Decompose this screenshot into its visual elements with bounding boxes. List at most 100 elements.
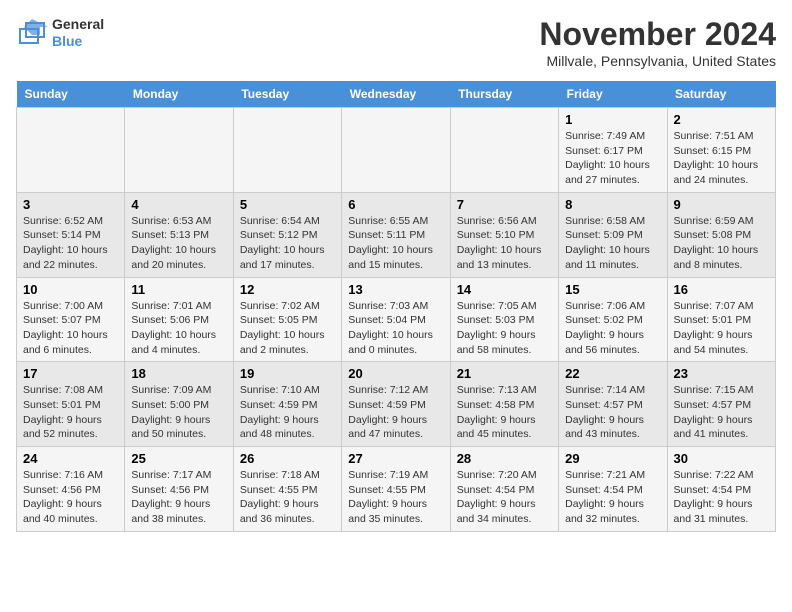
calendar-cell bbox=[450, 108, 558, 193]
day-number: 22 bbox=[565, 366, 660, 381]
weekday-header: Monday bbox=[125, 81, 233, 108]
calendar-cell: 30Sunrise: 7:22 AM Sunset: 4:54 PM Dayli… bbox=[667, 447, 775, 532]
day-info: Sunrise: 7:02 AM Sunset: 5:05 PM Dayligh… bbox=[240, 299, 335, 358]
day-number: 24 bbox=[23, 451, 118, 466]
day-info: Sunrise: 7:51 AM Sunset: 6:15 PM Dayligh… bbox=[674, 129, 769, 188]
day-number: 12 bbox=[240, 282, 335, 297]
day-info: Sunrise: 7:19 AM Sunset: 4:55 PM Dayligh… bbox=[348, 468, 443, 527]
day-info: Sunrise: 7:17 AM Sunset: 4:56 PM Dayligh… bbox=[131, 468, 226, 527]
calendar-cell: 14 Sunrise: 7:05 AM Sunset: 5:03 PM Dayli… bbox=[450, 277, 558, 362]
calendar-cell: 25Sunrise: 7:17 AM Sunset: 4:56 PM Dayli… bbox=[125, 447, 233, 532]
calendar-header: SundayMondayTuesdayWednesdayThursdayFrid… bbox=[17, 81, 776, 108]
day-info: Sunrise: 7:49 AM Sunset: 6:17 PM Dayligh… bbox=[565, 129, 660, 188]
day-number: 15 bbox=[565, 282, 660, 297]
day-number: 17 bbox=[23, 366, 118, 381]
day-number: 28 bbox=[457, 451, 552, 466]
calendar-cell: 11 Sunrise: 7:01 AM Sunset: 5:06 PM Dayli… bbox=[125, 277, 233, 362]
day-info: Sunrise: 7:03 AM Sunset: 5:04 PM Dayligh… bbox=[348, 299, 443, 358]
day-number: 13 bbox=[348, 282, 443, 297]
weekday-header: Sunday bbox=[17, 81, 125, 108]
calendar-cell: 3 Sunrise: 6:52 AM Sunset: 5:14 PM Daylig… bbox=[17, 192, 125, 277]
location: Millvale, Pennsylvania, United States bbox=[539, 53, 776, 69]
logo-text: General Blue bbox=[52, 16, 104, 50]
day-info: Sunrise: 7:13 AM Sunset: 4:58 PM Dayligh… bbox=[457, 383, 552, 442]
day-info: Sunrise: 7:14 AM Sunset: 4:57 PM Dayligh… bbox=[565, 383, 660, 442]
day-number: 11 bbox=[131, 282, 226, 297]
day-info: Sunrise: 7:18 AM Sunset: 4:55 PM Dayligh… bbox=[240, 468, 335, 527]
header: General Blue November 2024 Millvale, Pen… bbox=[16, 16, 776, 69]
day-info: Sunrise: 6:56 AM Sunset: 5:10 PM Dayligh… bbox=[457, 214, 552, 273]
calendar-cell: 10 Sunrise: 7:00 AM Sunset: 5:07 PM Dayli… bbox=[17, 277, 125, 362]
calendar-week-row: 24 Sunrise: 7:16 AM Sunset: 4:56 PM Dayli… bbox=[17, 447, 776, 532]
calendar-cell: 24 Sunrise: 7:16 AM Sunset: 4:56 PM Dayli… bbox=[17, 447, 125, 532]
calendar-week-row: 1 Sunrise: 7:49 AM Sunset: 6:17 PM Daylig… bbox=[17, 108, 776, 193]
weekday-header: Thursday bbox=[450, 81, 558, 108]
calendar-week-row: 17Sunrise: 7:08 AM Sunset: 5:01 PM Dayli… bbox=[17, 362, 776, 447]
calendar-cell bbox=[125, 108, 233, 193]
day-info: Sunrise: 6:53 AM Sunset: 5:13 PM Dayligh… bbox=[131, 214, 226, 273]
calendar-week-row: 10 Sunrise: 7:00 AM Sunset: 5:07 PM Dayli… bbox=[17, 277, 776, 362]
calendar-cell bbox=[17, 108, 125, 193]
weekday-header: Friday bbox=[559, 81, 667, 108]
calendar-cell: 27 Sunrise: 7:19 AM Sunset: 4:55 PM Dayli… bbox=[342, 447, 450, 532]
day-info: Sunrise: 6:58 AM Sunset: 5:09 PM Dayligh… bbox=[565, 214, 660, 273]
day-number: 21 bbox=[457, 366, 552, 381]
day-number: 30 bbox=[674, 451, 769, 466]
day-number: 27 bbox=[348, 451, 443, 466]
logo-line2: Blue bbox=[52, 33, 104, 50]
day-info: Sunrise: 7:05 AM Sunset: 5:03 PM Dayligh… bbox=[457, 299, 552, 358]
day-number: 1 bbox=[565, 112, 660, 127]
calendar-cell: 5 Sunrise: 6:54 AM Sunset: 5:12 PM Daylig… bbox=[233, 192, 341, 277]
calendar-cell: 13 Sunrise: 7:03 AM Sunset: 5:04 PM Dayli… bbox=[342, 277, 450, 362]
day-number: 4 bbox=[131, 197, 226, 212]
day-info: Sunrise: 7:06 AM Sunset: 5:02 PM Dayligh… bbox=[565, 299, 660, 358]
day-number: 8 bbox=[565, 197, 660, 212]
calendar-cell: 29 Sunrise: 7:21 AM Sunset: 4:54 PM Dayli… bbox=[559, 447, 667, 532]
calendar-cell: 9Sunrise: 6:59 AM Sunset: 5:08 PM Daylig… bbox=[667, 192, 775, 277]
calendar-cell: 28 Sunrise: 7:20 AM Sunset: 4:54 PM Dayli… bbox=[450, 447, 558, 532]
day-number: 29 bbox=[565, 451, 660, 466]
calendar-table: SundayMondayTuesdayWednesdayThursdayFrid… bbox=[16, 81, 776, 532]
calendar-body: 1 Sunrise: 7:49 AM Sunset: 6:17 PM Daylig… bbox=[17, 108, 776, 532]
calendar-cell: 19 Sunrise: 7:10 AM Sunset: 4:59 PM Dayli… bbox=[233, 362, 341, 447]
calendar-cell: 21 Sunrise: 7:13 AM Sunset: 4:58 PM Dayli… bbox=[450, 362, 558, 447]
day-info: Sunrise: 6:52 AM Sunset: 5:14 PM Dayligh… bbox=[23, 214, 118, 273]
day-number: 3 bbox=[23, 197, 118, 212]
day-number: 16 bbox=[674, 282, 769, 297]
day-info: Sunrise: 7:16 AM Sunset: 4:56 PM Dayligh… bbox=[23, 468, 118, 527]
day-number: 5 bbox=[240, 197, 335, 212]
day-info: Sunrise: 7:20 AM Sunset: 4:54 PM Dayligh… bbox=[457, 468, 552, 527]
calendar-cell: 17Sunrise: 7:08 AM Sunset: 5:01 PM Dayli… bbox=[17, 362, 125, 447]
day-number: 10 bbox=[23, 282, 118, 297]
day-info: Sunrise: 7:21 AM Sunset: 4:54 PM Dayligh… bbox=[565, 468, 660, 527]
day-info: Sunrise: 6:55 AM Sunset: 5:11 PM Dayligh… bbox=[348, 214, 443, 273]
logo-icon bbox=[16, 19, 48, 47]
day-number: 14 bbox=[457, 282, 552, 297]
calendar-cell bbox=[233, 108, 341, 193]
calendar-cell: 22 Sunrise: 7:14 AM Sunset: 4:57 PM Dayli… bbox=[559, 362, 667, 447]
day-info: Sunrise: 7:15 AM Sunset: 4:57 PM Dayligh… bbox=[674, 383, 769, 442]
day-number: 6 bbox=[348, 197, 443, 212]
day-number: 18 bbox=[131, 366, 226, 381]
calendar-cell: 2Sunrise: 7:51 AM Sunset: 6:15 PM Daylig… bbox=[667, 108, 775, 193]
day-number: 23 bbox=[674, 366, 769, 381]
day-number: 9 bbox=[674, 197, 769, 212]
day-info: Sunrise: 6:54 AM Sunset: 5:12 PM Dayligh… bbox=[240, 214, 335, 273]
weekday-header: Tuesday bbox=[233, 81, 341, 108]
calendar-cell: 7Sunrise: 6:56 AM Sunset: 5:10 PM Daylig… bbox=[450, 192, 558, 277]
day-info: Sunrise: 7:10 AM Sunset: 4:59 PM Dayligh… bbox=[240, 383, 335, 442]
calendar-cell bbox=[342, 108, 450, 193]
day-number: 20 bbox=[348, 366, 443, 381]
calendar-cell: 23 Sunrise: 7:15 AM Sunset: 4:57 PM Dayli… bbox=[667, 362, 775, 447]
day-info: Sunrise: 7:00 AM Sunset: 5:07 PM Dayligh… bbox=[23, 299, 118, 358]
logo: General Blue bbox=[16, 16, 104, 50]
weekday-header: Wednesday bbox=[342, 81, 450, 108]
calendar-cell: 8 Sunrise: 6:58 AM Sunset: 5:09 PM Daylig… bbox=[559, 192, 667, 277]
day-info: Sunrise: 7:12 AM Sunset: 4:59 PM Dayligh… bbox=[348, 383, 443, 442]
day-info: Sunrise: 7:01 AM Sunset: 5:06 PM Dayligh… bbox=[131, 299, 226, 358]
weekday-row: SundayMondayTuesdayWednesdayThursdayFrid… bbox=[17, 81, 776, 108]
day-number: 19 bbox=[240, 366, 335, 381]
day-info: Sunrise: 7:09 AM Sunset: 5:00 PM Dayligh… bbox=[131, 383, 226, 442]
logo-line1: General bbox=[52, 16, 104, 33]
calendar-cell: 4 Sunrise: 6:53 AM Sunset: 5:13 PM Daylig… bbox=[125, 192, 233, 277]
